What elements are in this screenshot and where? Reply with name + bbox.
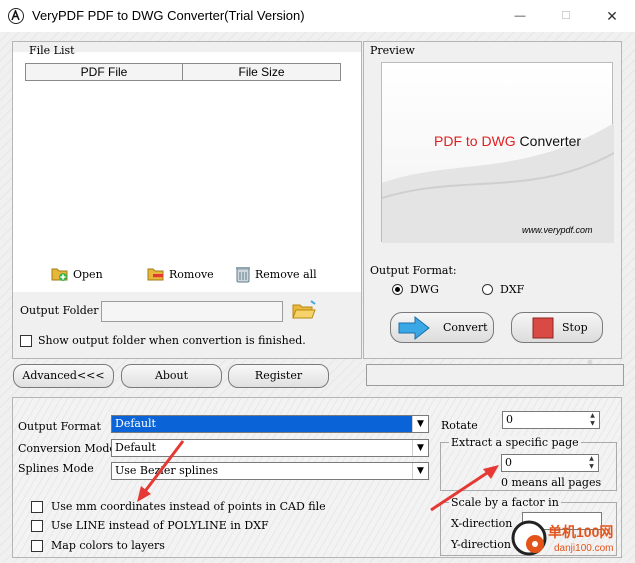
register-button[interactable]: Register	[228, 364, 329, 388]
open-folder-icon	[51, 268, 68, 281]
open-folder-icon	[292, 300, 316, 319]
column-header-pdf-file[interactable]: PDF File	[25, 63, 183, 81]
open-label: Open	[73, 267, 103, 281]
watermark-text: 单机100网	[548, 524, 614, 540]
output-folder-input[interactable]	[101, 301, 283, 322]
column-header-file-size[interactable]: File Size	[182, 63, 341, 81]
watermark-url: danji100.com	[554, 543, 614, 554]
window-title: VeryPDF PDF to DWG Converter(Trial Versi…	[32, 8, 305, 23]
checkbox-box[interactable]	[20, 334, 32, 347]
remove-button[interactable]: Romove	[147, 263, 214, 285]
file-list-panel: File List PDF File File Size Open Romove…	[12, 41, 362, 359]
remove-folder-icon	[147, 268, 164, 281]
convert-button[interactable]: Convert	[390, 312, 494, 343]
preview-heading-black: Converter	[515, 133, 582, 149]
preview-heading: PDF to DWG Converter	[434, 133, 581, 149]
file-list-box[interactable]	[13, 52, 361, 292]
annotation-arrow-left	[137, 440, 185, 502]
close-button[interactable]: ✕	[589, 2, 635, 30]
convert-label: Convert	[443, 321, 488, 334]
remove-label: Romove	[169, 267, 214, 281]
radio-dxf[interactable]: DXF	[482, 283, 524, 296]
preview-url: www.verypdf.com	[522, 225, 593, 235]
radio-dwg-circle[interactable]	[392, 284, 403, 295]
remove-all-label: Remove all	[255, 267, 317, 281]
radio-dxf-circle[interactable]	[482, 284, 493, 295]
show-output-folder-label: Show output folder when convertion is fi…	[38, 334, 306, 347]
output-format-label: Output Format:	[370, 264, 457, 277]
right-arrow-icon	[398, 315, 430, 340]
watermark-logo-icon	[511, 520, 547, 556]
advanced-button[interactable]: Advanced<<<	[13, 364, 114, 388]
trash-bin-icon	[236, 267, 250, 283]
app-logo-icon	[8, 8, 24, 24]
progress-bar	[366, 364, 624, 386]
remove-all-button[interactable]: Remove all	[235, 263, 317, 285]
browse-folder-button[interactable]	[291, 299, 317, 324]
about-button[interactable]: About	[121, 364, 222, 388]
title-bar: VeryPDF PDF to DWG Converter(Trial Versi…	[0, 0, 635, 32]
show-output-folder-checkbox[interactable]: Show output folder when convertion is fi…	[20, 334, 306, 347]
preview-heading-red: PDF to DWG	[434, 133, 516, 149]
output-folder-label: Output Folder	[20, 304, 99, 317]
stop-button[interactable]: Stop	[511, 312, 603, 343]
radio-dxf-label: DXF	[500, 283, 525, 296]
file-list-title: File List	[29, 44, 75, 57]
swoosh-graphic	[382, 123, 614, 243]
maximize-button[interactable]: ☐	[543, 2, 589, 30]
preview-image: PDF to DWG Converter www.verypdf.com	[381, 62, 614, 243]
preview-panel: Preview PDF to DWG Converter www.verypdf…	[363, 41, 622, 359]
preview-title: Preview	[370, 44, 415, 57]
radio-dwg[interactable]: DWG	[392, 283, 439, 296]
stop-square-icon	[532, 317, 554, 338]
stop-label: Stop	[562, 321, 588, 334]
annotation-arrow-right	[430, 465, 499, 512]
open-button[interactable]: Open	[51, 263, 103, 285]
minimize-button[interactable]: —	[497, 2, 543, 30]
radio-dwg-label: DWG	[410, 283, 439, 296]
